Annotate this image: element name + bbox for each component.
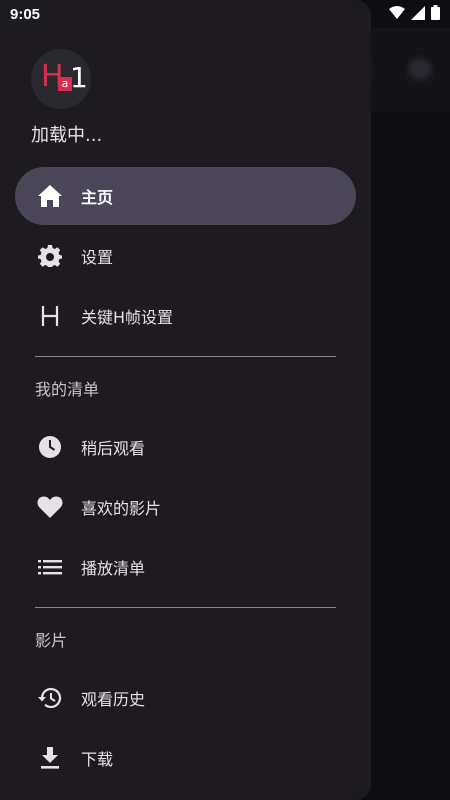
app-logo-avatar[interactable]: H a 1 [31, 49, 91, 109]
heart-icon [35, 492, 65, 522]
navigation-drawer: H a 1 加载中... 主页 设置 关键H帧设置 我的清单 稍后观看 喜欢的影… [0, 0, 371, 800]
clock-icon [35, 432, 65, 462]
section-header-my-list: 我的清单 [35, 380, 100, 399]
status-icons [389, 4, 440, 24]
nav-item-favorites[interactable]: 喜欢的影片 [15, 478, 356, 536]
playlist-icon [35, 552, 65, 582]
gear-icon [35, 241, 65, 271]
nav-item-keyframe-settings[interactable]: 关键H帧设置 [15, 287, 356, 345]
nav-item-label: 设置 [81, 248, 114, 267]
nav-item-label: 主页 [81, 188, 114, 207]
download-icon [35, 743, 65, 773]
nav-item-label: 观看历史 [81, 690, 146, 709]
loading-text: 加载中... [31, 125, 103, 146]
history-icon [35, 683, 65, 713]
nav-item-playlist[interactable]: 播放清单 [15, 538, 356, 596]
battery-icon [431, 4, 440, 24]
divider [35, 607, 336, 608]
nav-item-download[interactable]: 下载 [15, 729, 356, 787]
nav-item-settings[interactable]: 设置 [15, 227, 356, 285]
nav-item-watch-later[interactable]: 稍后观看 [15, 418, 356, 476]
home-icon [35, 181, 65, 211]
nav-item-label: 播放清单 [81, 559, 146, 578]
nav-item-label: 下载 [81, 750, 114, 769]
background-search-icon [408, 58, 432, 80]
signal-icon [411, 5, 425, 24]
nav-item-label: 稍后观看 [81, 439, 146, 458]
divider [35, 356, 336, 357]
nav-item-watch-history[interactable]: 观看历史 [15, 669, 356, 727]
status-time: 9:05 [10, 5, 41, 23]
wifi-icon [389, 5, 405, 24]
nav-item-home[interactable]: 主页 [15, 167, 356, 225]
logo-1-digit: 1 [70, 61, 88, 94]
h-letter-icon [35, 301, 65, 331]
nav-item-label: 喜欢的影片 [81, 499, 162, 518]
status-bar: 9:05 [0, 0, 450, 28]
section-header-videos: 影片 [35, 631, 68, 650]
nav-item-label: 关键H帧设置 [81, 308, 174, 327]
